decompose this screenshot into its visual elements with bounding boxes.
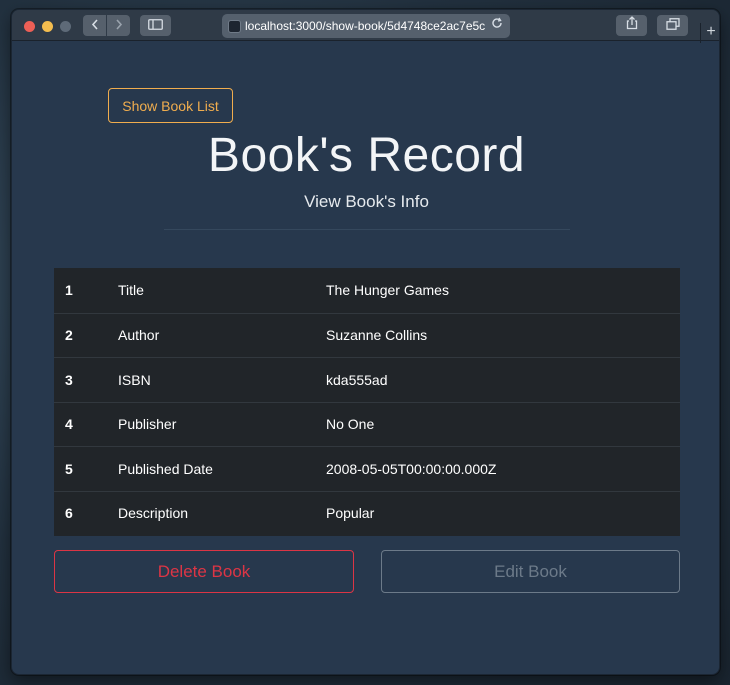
row-label: Published Date xyxy=(118,460,213,477)
row-value: The Hunger Games xyxy=(326,282,449,299)
row-label: Title xyxy=(118,282,144,299)
show-book-list-button[interactable]: Show Book List xyxy=(108,88,233,123)
row-value: No One xyxy=(326,416,375,433)
plus-icon: + xyxy=(706,23,716,40)
row-number: 2 xyxy=(65,327,73,344)
row-value: 2008-05-05T00:00:00.000Z xyxy=(326,460,497,477)
tab-overview-button[interactable] xyxy=(657,15,688,36)
table-row: 4 Publisher No One xyxy=(54,401,680,447)
minimize-window-button[interactable] xyxy=(42,21,53,32)
fullscreen-window-button[interactable] xyxy=(60,21,71,32)
site-favicon-icon xyxy=(228,19,241,33)
close-window-button[interactable] xyxy=(24,21,35,32)
sidebar-toggle-button[interactable] xyxy=(140,15,171,36)
back-button[interactable] xyxy=(83,15,106,36)
book-details-table: 1 Title The Hunger Games 2 Author Suzann… xyxy=(54,268,680,536)
navigation-buttons xyxy=(83,15,130,36)
row-value: Popular xyxy=(326,505,375,522)
row-value: kda555ad xyxy=(326,371,388,388)
page-title: Book's Record xyxy=(207,129,526,182)
row-number: 3 xyxy=(65,371,73,388)
row-value: Suzanne Collins xyxy=(326,327,428,344)
divider xyxy=(164,229,570,230)
chevron-left-icon xyxy=(91,18,99,33)
browser-window: localhost:3000/show-book/5d4748ce2ac7e5c… xyxy=(11,9,720,675)
address-url: localhost:3000/show-book/5d4748ce2ac7e5c xyxy=(245,19,486,33)
new-tab-button[interactable]: + xyxy=(700,23,719,43)
reload-icon[interactable] xyxy=(491,17,503,32)
page-content: Show Book List Book's Record View Book's… xyxy=(12,42,719,674)
sidebar-icon xyxy=(148,17,163,35)
browser-titlebar: localhost:3000/show-book/5d4748ce2ac7e5c xyxy=(12,10,719,41)
page-subtitle: View Book's Info xyxy=(304,192,429,211)
table-row: 1 Title The Hunger Games xyxy=(54,268,680,313)
row-label: ISBN xyxy=(118,371,151,388)
row-label: Author xyxy=(118,327,160,344)
table-row: 2 Author Suzanne Collins xyxy=(54,312,680,358)
forward-button[interactable] xyxy=(107,15,130,36)
row-number: 4 xyxy=(65,416,73,433)
table-row: 5 Published Date 2008-05-05T00:00:00.000… xyxy=(54,446,680,491)
share-icon xyxy=(626,16,638,35)
chevron-right-icon xyxy=(115,18,123,33)
tabs-icon xyxy=(665,17,680,35)
share-button[interactable] xyxy=(616,15,647,36)
row-number: 1 xyxy=(65,282,73,299)
row-number: 5 xyxy=(65,460,73,477)
row-number: 6 xyxy=(65,505,73,522)
table-row: 6 Description Popular xyxy=(54,490,680,536)
row-label: Description xyxy=(118,505,189,522)
row-label: Publisher xyxy=(118,416,177,433)
edit-book-button[interactable]: Edit Book xyxy=(381,550,680,593)
delete-book-button[interactable]: Delete Book xyxy=(54,550,354,593)
table-row: 3 ISBN kda555ad xyxy=(54,357,680,402)
address-bar[interactable]: localhost:3000/show-book/5d4748ce2ac7e5c xyxy=(222,14,510,38)
